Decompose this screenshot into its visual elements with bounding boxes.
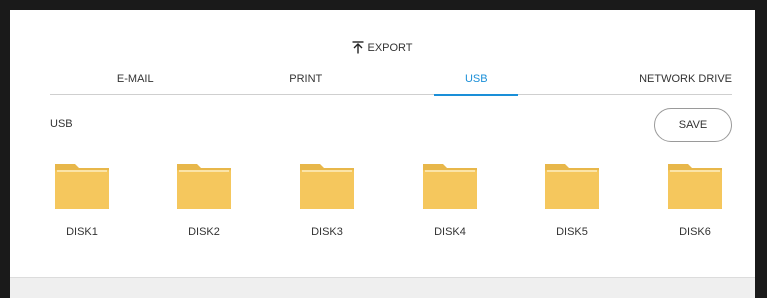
- disk-item[interactable]: DISK5: [522, 160, 622, 238]
- tab-email[interactable]: E-MAIL: [50, 70, 221, 94]
- save-button[interactable]: SAVE: [654, 108, 732, 142]
- disk-label: DISK3: [311, 226, 343, 238]
- tab-usb[interactable]: USB: [391, 70, 562, 94]
- folder-icon: [55, 164, 109, 209]
- export-title: EXPORT: [367, 41, 413, 54]
- export-upload-icon: [352, 41, 364, 54]
- folder-icon: [545, 164, 599, 209]
- disk-label: DISK5: [556, 226, 588, 238]
- disk-label: DISK6: [679, 226, 711, 238]
- disk-label: DISK4: [434, 226, 466, 238]
- disk-list: DISK1 DISK2 DISK3 DISK4 DISK5 DISK6: [32, 160, 747, 260]
- footer-bar: [10, 277, 755, 298]
- disk-item[interactable]: DISK6: [645, 160, 745, 238]
- folder-icon: [300, 164, 354, 209]
- disk-label: DISK2: [188, 226, 220, 238]
- disk-item[interactable]: DISK2: [154, 160, 254, 238]
- section-label: USB: [50, 118, 73, 130]
- folder-icon: [177, 164, 231, 209]
- disk-item[interactable]: DISK1: [32, 160, 132, 238]
- disk-label: DISK1: [66, 226, 98, 238]
- export-tabs: E-MAIL PRINT USB NETWORK DRIVE: [50, 70, 732, 95]
- folder-icon: [668, 164, 722, 209]
- folder-icon: [423, 164, 477, 209]
- tab-network-drive[interactable]: NETWORK DRIVE: [562, 70, 732, 94]
- disk-item[interactable]: DISK3: [277, 160, 377, 238]
- export-panel: EXPORT E-MAIL PRINT USB NETWORK DRIVE US…: [10, 10, 755, 298]
- export-header: EXPORT: [10, 41, 755, 54]
- tab-print[interactable]: PRINT: [221, 70, 392, 94]
- disk-item[interactable]: DISK4: [400, 160, 500, 238]
